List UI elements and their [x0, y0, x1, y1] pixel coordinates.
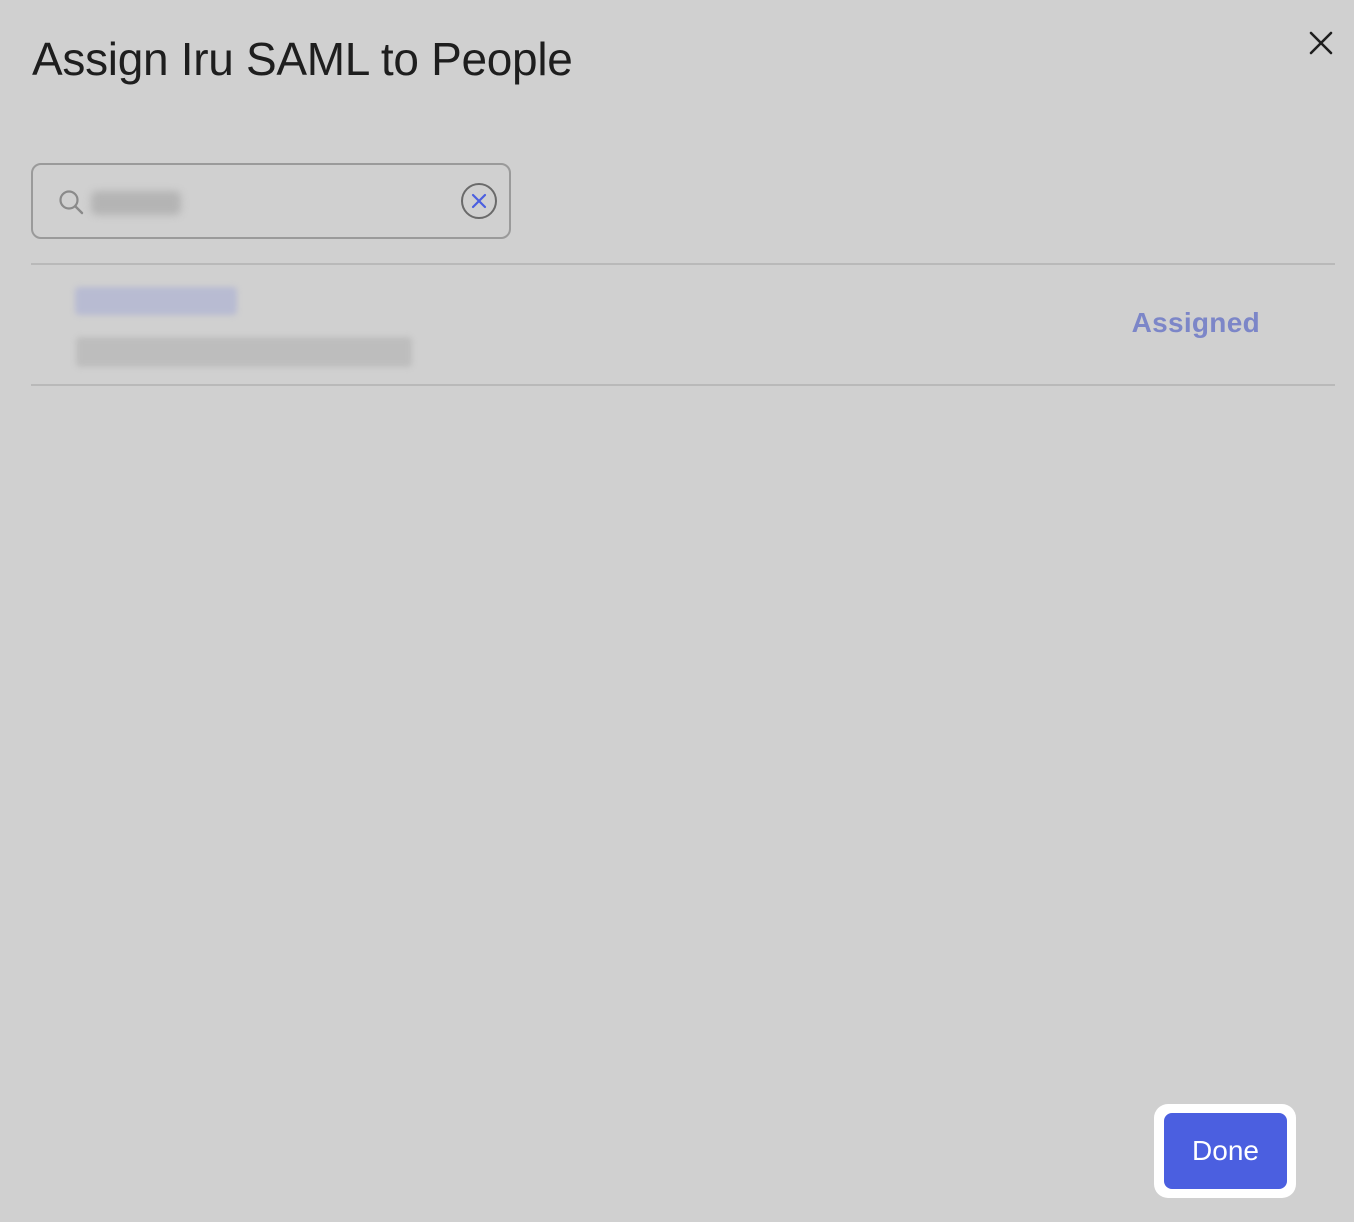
status-badge: Assigned — [1131, 307, 1260, 338]
close-button[interactable] — [1302, 24, 1340, 62]
search-box — [31, 163, 511, 239]
user-email — [76, 337, 412, 367]
assign-people-modal: Assign Iru SAML to People Assigned Done — [0, 0, 1354, 1222]
close-icon — [1309, 31, 1333, 55]
search-icon — [59, 190, 84, 215]
clear-search-icon[interactable] — [460, 182, 498, 220]
list-item[interactable]: Assigned — [31, 265, 1335, 385]
done-button-focus-ring: Done — [1154, 1104, 1296, 1198]
list-bottom-divider — [31, 384, 1335, 386]
modal-title: Assign Iru SAML to People — [32, 33, 573, 85]
user-name — [75, 287, 237, 315]
done-button[interactable]: Done — [1164, 1113, 1287, 1189]
search-input[interactable] — [89, 179, 449, 225]
